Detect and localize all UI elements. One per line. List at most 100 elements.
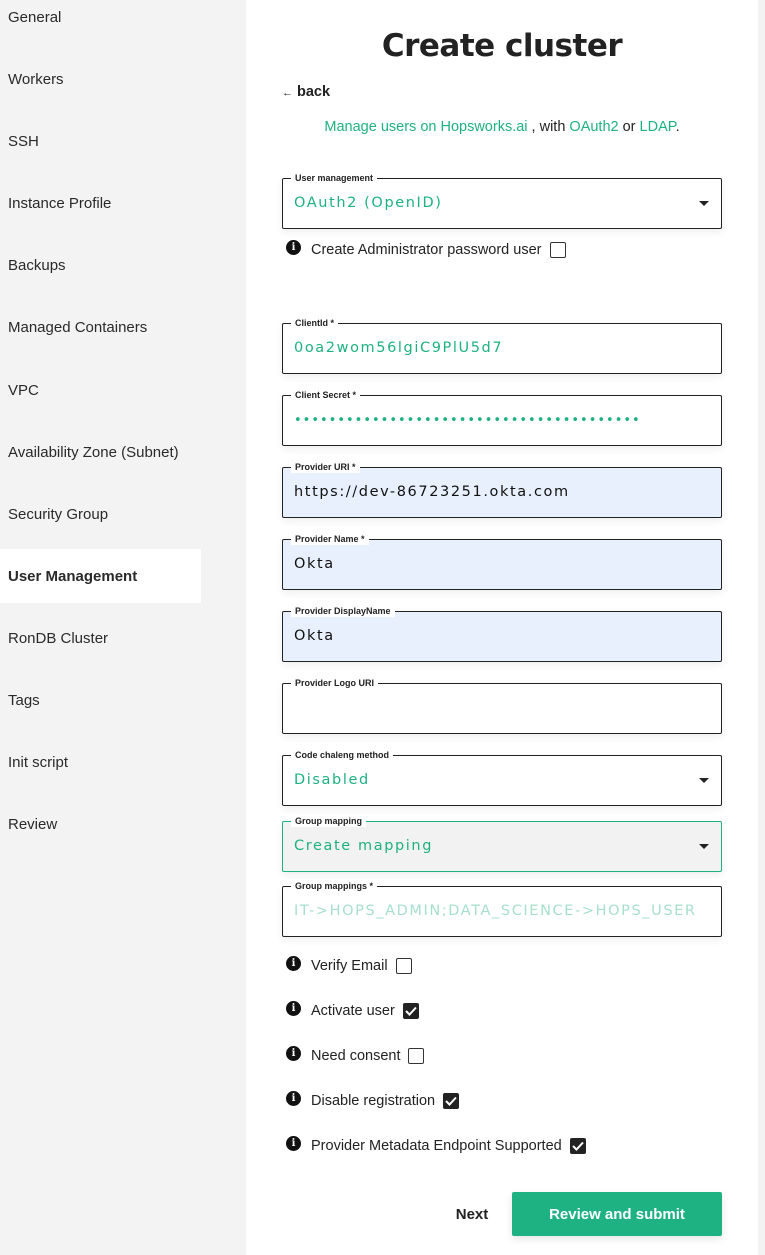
subtitle: Manage users on Hopsworks.ai , with OAut… bbox=[246, 119, 758, 135]
sidebar-item-rondb-cluster[interactable]: RonDB Cluster bbox=[0, 611, 201, 665]
next-button[interactable]: Next bbox=[444, 1193, 500, 1235]
code-challenge-method-select[interactable]: Code chaleng method Disabled bbox=[282, 749, 722, 806]
provider-metadata-checkbox-row: i Provider Metadata Endpoint Supported bbox=[286, 1136, 586, 1154]
need-consent-checkbox-row: i Need consent bbox=[286, 1046, 425, 1064]
info-icon[interactable]: i bbox=[286, 1001, 301, 1016]
verify-email-checkbox-row: i Verify Email bbox=[286, 956, 412, 974]
sidebar: General Workers SSH Instance Profile Bac… bbox=[0, 0, 246, 1255]
field-label: Provider Name * bbox=[291, 533, 369, 545]
checkbox-label: Verify Email bbox=[311, 958, 388, 974]
sidebar-item-label: SSH bbox=[8, 132, 39, 150]
provider-name-input[interactable]: Provider Name * Okta bbox=[282, 533, 722, 590]
subtitle-text: or bbox=[618, 119, 640, 135]
field-label: Group mapping bbox=[291, 815, 366, 827]
sidebar-item-managed-containers[interactable]: Managed Containers bbox=[0, 300, 201, 354]
sidebar-item-label: Instance Profile bbox=[8, 194, 112, 212]
sidebar-item-security-group[interactable]: Security Group bbox=[0, 487, 201, 541]
provider-metadata-checkbox[interactable] bbox=[569, 1138, 586, 1154]
sidebar-item-label: VPC bbox=[8, 381, 39, 399]
activate-user-checkbox[interactable] bbox=[402, 1003, 419, 1019]
client-secret-input[interactable]: Client Secret * ••••••••••••••••••••••••… bbox=[282, 389, 722, 446]
provider-display-name-input[interactable]: Provider DisplayName Okta bbox=[282, 605, 722, 662]
manage-users-link[interactable]: Manage users on Hopsworks.ai bbox=[324, 119, 527, 135]
group-mapping-select[interactable]: Group mapping Create mapping bbox=[282, 815, 722, 872]
select-value: Create mapping bbox=[294, 838, 434, 854]
ldap-link[interactable]: LDAP bbox=[640, 119, 676, 135]
sidebar-item-ssh[interactable]: SSH bbox=[0, 114, 201, 168]
info-icon[interactable]: i bbox=[286, 240, 301, 255]
input-placeholder: IT->HOPS_ADMIN;DATA_SCIENCE->HOPS_USER bbox=[294, 903, 697, 919]
sidebar-item-user-management[interactable]: User Management bbox=[0, 549, 201, 603]
sidebar-item-label: RonDB Cluster bbox=[8, 629, 109, 647]
create-admin-checkbox-row: i Create Administrator password user bbox=[286, 240, 566, 258]
info-icon[interactable]: i bbox=[286, 1046, 301, 1061]
activate-user-checkbox-row: i Activate user bbox=[286, 1001, 419, 1019]
field-label: Group mappings * bbox=[291, 880, 378, 892]
input-value: 0oa2wom56lgiC9PlU5d7 bbox=[294, 340, 504, 356]
provider-logo-uri-input[interactable]: Provider Logo URI bbox=[282, 677, 722, 734]
sidebar-item-instance-profile[interactable]: Instance Profile bbox=[0, 176, 201, 230]
provider-uri-input[interactable]: Provider URI * https://dev-86723251.okta… bbox=[282, 461, 722, 518]
sidebar-item-review[interactable]: Review bbox=[0, 797, 201, 851]
sidebar-item-general[interactable]: General bbox=[0, 0, 201, 44]
chevron-down-icon[interactable] bbox=[699, 844, 709, 849]
oauth2-link[interactable]: OAuth2 bbox=[569, 119, 618, 135]
select-value: OAuth2 (OpenID) bbox=[294, 195, 443, 211]
field-label: Provider URI * bbox=[291, 461, 360, 473]
sidebar-item-label: Managed Containers bbox=[8, 318, 148, 336]
sidebar-item-workers[interactable]: Workers bbox=[0, 52, 201, 106]
chevron-down-icon[interactable] bbox=[699, 201, 709, 206]
sidebar-item-backups[interactable]: Backups bbox=[0, 238, 201, 292]
need-consent-checkbox[interactable] bbox=[408, 1048, 425, 1064]
field-label: Provider Logo URI bbox=[291, 677, 379, 689]
main-panel: Create cluster ← back Manage users on Ho… bbox=[246, 0, 758, 1255]
client-id-input[interactable]: ClientId * 0oa2wom56lgiC9PlU5d7 bbox=[282, 317, 722, 374]
sidebar-item-label: Review bbox=[8, 815, 58, 833]
back-link[interactable]: ← back bbox=[282, 84, 330, 100]
subtitle-text: , with bbox=[527, 119, 570, 135]
review-and-submit-button[interactable]: Review and submit bbox=[512, 1192, 722, 1236]
back-arrow-icon: ← bbox=[282, 87, 293, 99]
back-label: back bbox=[297, 84, 331, 100]
verify-email-checkbox[interactable] bbox=[395, 958, 412, 974]
checkbox-label: Activate user bbox=[311, 1003, 395, 1019]
field-label: Provider DisplayName bbox=[291, 605, 395, 617]
sidebar-item-vpc[interactable]: VPC bbox=[0, 363, 201, 417]
page-title: Create cluster bbox=[381, 28, 623, 64]
sidebar-item-availability-zone[interactable]: Availability Zone (Subnet) bbox=[0, 425, 201, 479]
sidebar-item-tags[interactable]: Tags bbox=[0, 673, 201, 727]
input-value: •••••••••••••••••••••••••••••••••••••••• bbox=[294, 413, 641, 428]
field-label: Client Secret * bbox=[291, 389, 361, 401]
sidebar-item-label: Init script bbox=[8, 753, 69, 771]
sidebar-item-label: Security Group bbox=[8, 505, 109, 523]
field-label: ClientId * bbox=[291, 317, 339, 329]
field-label: User management bbox=[291, 172, 378, 184]
info-icon[interactable]: i bbox=[286, 956, 301, 971]
sidebar-item-init-script[interactable]: Init script bbox=[0, 735, 201, 789]
sidebar-item-label: Availability Zone (Subnet) bbox=[8, 443, 179, 461]
disable-registration-checkbox[interactable] bbox=[443, 1093, 460, 1109]
subtitle-text: . bbox=[675, 119, 680, 135]
disable-registration-checkbox-row: i Disable registration bbox=[286, 1091, 460, 1109]
input-value: Okta bbox=[294, 628, 335, 644]
field-label: Code chaleng method bbox=[291, 749, 394, 761]
input-value: https://dev-86723251.okta.com bbox=[294, 484, 570, 500]
sidebar-item-label: General bbox=[8, 8, 62, 26]
checkbox-label: Provider Metadata Endpoint Supported bbox=[311, 1138, 562, 1154]
chevron-down-icon[interactable] bbox=[699, 778, 709, 783]
create-admin-checkbox[interactable] bbox=[549, 242, 566, 258]
group-mappings-input[interactable]: Group mappings * IT->HOPS_ADMIN;DATA_SCI… bbox=[282, 880, 722, 937]
info-icon[interactable]: i bbox=[286, 1091, 301, 1106]
input-value: Okta bbox=[294, 556, 335, 572]
checkbox-label: Disable registration bbox=[311, 1093, 436, 1109]
sidebar-item-label: Workers bbox=[8, 70, 64, 88]
checkbox-label: Need consent bbox=[311, 1048, 401, 1064]
user-management-select[interactable]: User management OAuth2 (OpenID) bbox=[282, 172, 722, 229]
sidebar-item-label: Tags bbox=[8, 691, 40, 709]
sidebar-item-label: Backups bbox=[8, 256, 66, 274]
scrollbar-track[interactable] bbox=[758, 0, 765, 1255]
info-icon[interactable]: i bbox=[286, 1136, 301, 1151]
sidebar-item-label: User Management bbox=[8, 567, 138, 585]
checkbox-label: Create Administrator password user bbox=[311, 242, 542, 258]
select-value: Disabled bbox=[294, 772, 370, 788]
